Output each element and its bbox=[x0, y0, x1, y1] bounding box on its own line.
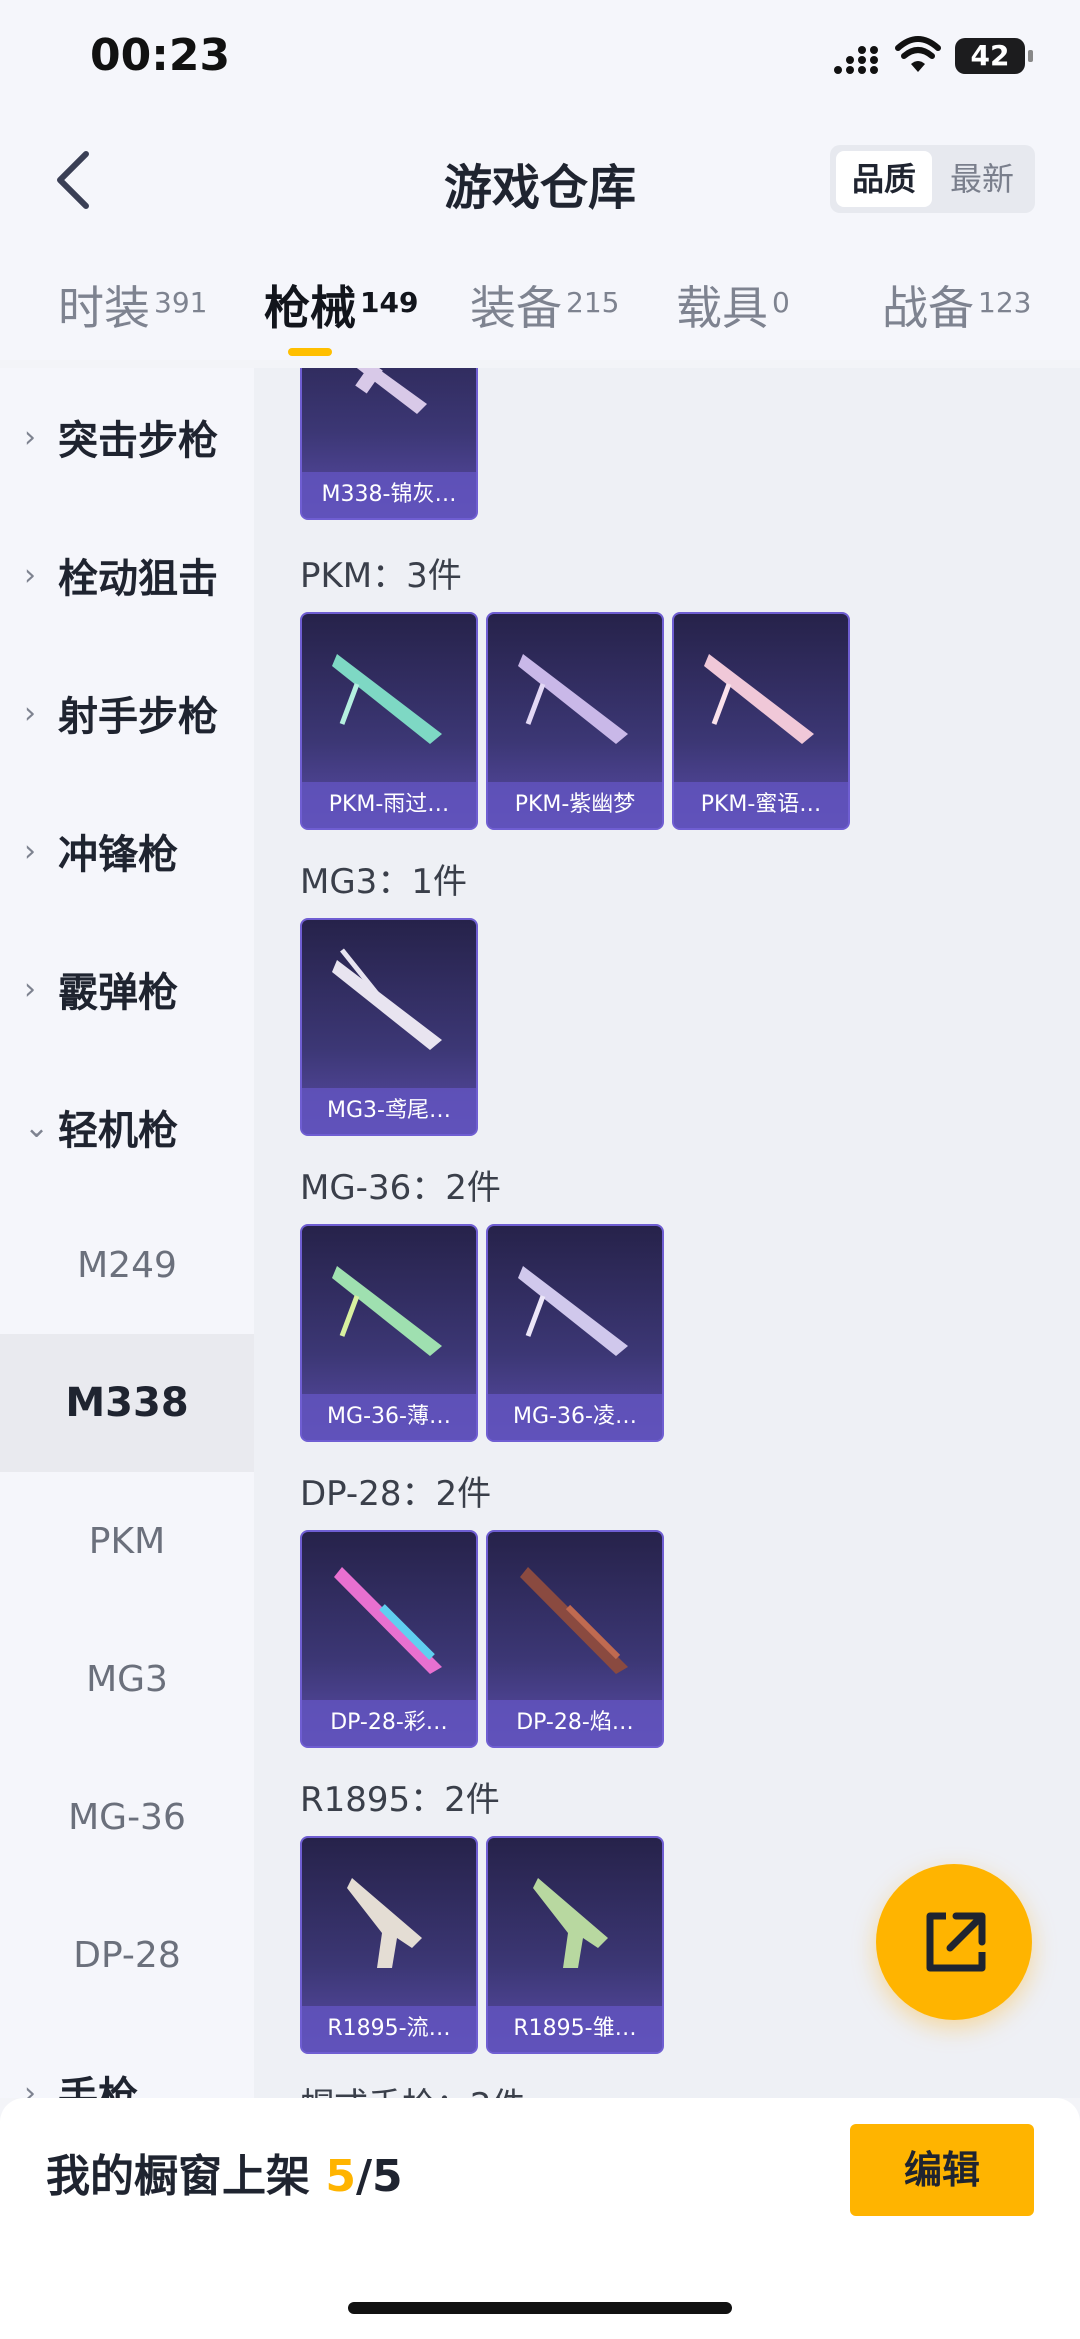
item-label: R1895-雏… bbox=[488, 2006, 662, 2052]
item-label: PKM-雨过… bbox=[302, 782, 476, 828]
sidebar-category-smg[interactable]: › 冲锋枪 bbox=[0, 782, 254, 920]
sidebar-item-m338[interactable]: M338 bbox=[0, 1334, 254, 1472]
sidebar-category-lmg[interactable]: ⌄ 轻机枪 bbox=[0, 1058, 254, 1196]
sort-quality-button[interactable]: 品质 bbox=[836, 151, 932, 207]
share-button[interactable] bbox=[876, 1864, 1032, 2020]
tab-fashion[interactable]: 时装 391 bbox=[58, 272, 207, 338]
machine-gun-icon bbox=[332, 654, 442, 744]
chevron-right-icon: › bbox=[24, 557, 36, 593]
sidebar-item-dp28[interactable]: DP-28 bbox=[0, 1886, 254, 2024]
rifle-icon bbox=[355, 368, 427, 414]
item-card[interactable]: M338-锦灰… bbox=[300, 368, 478, 520]
revolver-icon bbox=[533, 1878, 608, 1968]
item-label: M338-锦灰… bbox=[302, 472, 476, 518]
tab-guns[interactable]: 枪械 149 bbox=[264, 272, 418, 338]
wifi-icon bbox=[895, 36, 941, 72]
item-card[interactable]: MG-36-凌… bbox=[486, 1224, 664, 1442]
sidebar-item-pkm[interactable]: PKM bbox=[0, 1472, 254, 1610]
tab-supplies[interactable]: 战备 123 bbox=[882, 272, 1031, 338]
group-title: R1895：2件 bbox=[300, 1780, 500, 1820]
chevron-right-icon: › bbox=[24, 833, 36, 869]
group-title: DP-28：2件 bbox=[300, 1474, 492, 1514]
item-card[interactable]: MG-36-薄… bbox=[300, 1224, 478, 1442]
tab-vehicles[interactable]: 载具 0 bbox=[676, 272, 790, 338]
item-label: MG3-鸢尾… bbox=[302, 1088, 476, 1134]
item-label: DP-28-焰… bbox=[488, 1700, 662, 1746]
showcase-label: 我的橱窗上架 5/5 bbox=[46, 2151, 403, 2202]
sidebar-item-mg36[interactable]: MG-36 bbox=[0, 1748, 254, 1886]
category-sidebar: › 突击步枪 › 栓动狙击 › 射手步枪 › 冲锋枪 › 霰弹枪 ⌄ 轻机枪 M249 M3… bbox=[0, 368, 254, 2098]
item-card[interactable]: DP-28-焰… bbox=[486, 1530, 664, 1748]
active-tab-indicator bbox=[288, 348, 332, 356]
item-card[interactable]: PKM-雨过… bbox=[300, 612, 478, 830]
item-card[interactable]: DP-28-彩… bbox=[300, 1530, 478, 1748]
item-card[interactable]: MG3-鸢尾… bbox=[300, 918, 478, 1136]
chevron-right-icon: › bbox=[24, 695, 36, 731]
machine-gun-icon bbox=[332, 1266, 442, 1356]
group-title: 帽式手枪：2件 bbox=[300, 2078, 526, 2098]
share-external-icon bbox=[926, 1912, 986, 1972]
item-label: MG-36-薄… bbox=[302, 1394, 476, 1440]
tab-equipment[interactable]: 装备 215 bbox=[470, 272, 619, 338]
chevron-right-icon: › bbox=[24, 419, 36, 455]
item-label: PKM-蜜语… bbox=[674, 782, 848, 828]
showcase-count: 5 bbox=[325, 2151, 356, 2202]
sidebar-category-marksman-rifle[interactable]: › 射手步枪 bbox=[0, 644, 254, 782]
item-list: M338-锦灰… PKM：3件 PKM-雨过… PKM-紫幽梦 PKM-蜜语… … bbox=[254, 368, 1080, 2098]
item-card[interactable]: R1895-流… bbox=[300, 1836, 478, 2054]
item-card[interactable]: PKM-紫幽梦 bbox=[486, 612, 664, 830]
chevron-right-icon: › bbox=[24, 2075, 36, 2099]
sidebar-category-bolt-sniper[interactable]: › 栓动狙击 bbox=[0, 506, 254, 644]
item-label: PKM-紫幽梦 bbox=[488, 782, 662, 828]
sidebar-category-assault-rifle[interactable]: › 突击步枪 bbox=[0, 368, 254, 506]
group-title: PKM：3件 bbox=[300, 556, 462, 596]
item-label: MG-36-凌… bbox=[488, 1394, 662, 1440]
home-indicator bbox=[348, 2302, 732, 2314]
rifle-icon bbox=[334, 1567, 442, 1674]
edit-button[interactable]: 编辑 bbox=[850, 2124, 1034, 2216]
machine-gun-icon bbox=[518, 1266, 628, 1356]
item-label: R1895-流… bbox=[302, 2006, 476, 2052]
chevron-down-icon: ⌄ bbox=[24, 1109, 50, 1145]
sidebar-category-shotgun[interactable]: › 霰弹枪 bbox=[0, 920, 254, 1058]
machine-gun-icon bbox=[332, 948, 442, 1050]
sort-newest-button[interactable]: 最新 bbox=[934, 151, 1030, 207]
sidebar-item-mg3[interactable]: MG3 bbox=[0, 1610, 254, 1748]
machine-gun-icon bbox=[518, 654, 628, 744]
group-title: MG3：1件 bbox=[300, 862, 467, 902]
sidebar-category-pistol[interactable]: › 手枪 bbox=[0, 2024, 254, 2098]
cellular-signal-icon bbox=[834, 46, 878, 74]
battery-icon: 42 bbox=[955, 38, 1033, 74]
group-title: MG-36：2件 bbox=[300, 1168, 501, 1208]
rifle-icon bbox=[520, 1567, 628, 1674]
chevron-right-icon: › bbox=[24, 971, 36, 1007]
status-time: 00:23 bbox=[90, 30, 231, 81]
item-label: DP-28-彩… bbox=[302, 1700, 476, 1746]
item-card[interactable]: PKM-蜜语… bbox=[672, 612, 850, 830]
sidebar-item-m249[interactable]: M249 bbox=[0, 1196, 254, 1334]
sort-toggle[interactable]: 品质 最新 bbox=[830, 145, 1035, 213]
showcase-total: /5 bbox=[355, 2151, 403, 2202]
revolver-icon bbox=[347, 1878, 422, 1968]
machine-gun-icon bbox=[704, 654, 814, 744]
item-card[interactable]: R1895-雏… bbox=[486, 1836, 664, 2054]
